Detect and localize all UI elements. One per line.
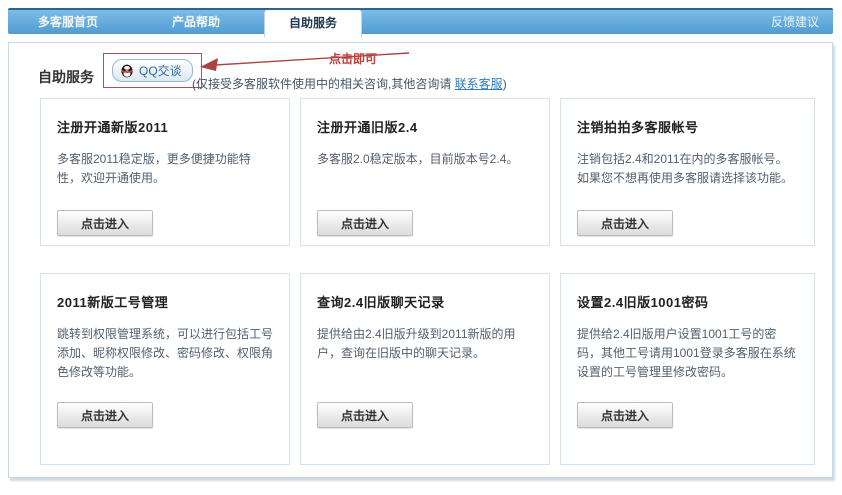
service-cards-grid: 注册开通新版2011 多客服2011稳定版，更多便捷功能特性，欢迎开通使用。 点… [40, 98, 815, 465]
card-register-2011: 注册开通新版2011 多客服2011稳定版，更多便捷功能特性，欢迎开通使用。 点… [40, 98, 290, 246]
qq-penguin-icon [120, 64, 134, 78]
card-title: 2011新版工号管理 [57, 292, 273, 311]
qq-chat-button[interactable]: QQ交谈 [112, 59, 193, 82]
card-title: 注销拍拍多客服帐号 [577, 117, 798, 136]
feedback-link[interactable]: 反馈建议 [771, 10, 819, 34]
tab-product-help[interactable]: 产品帮助 [158, 10, 234, 34]
enter-button[interactable]: 点击进入 [577, 210, 673, 236]
card-staff-id-management: 2011新版工号管理 跳转到权限管理系统，可以进行包括工号添加、昵称权限修改、密… [40, 273, 290, 465]
enter-button[interactable]: 点击进入 [57, 402, 153, 428]
annotation-label: 点击即可 [329, 50, 377, 67]
card-description: 提供给2.4旧版用户设置1001工号的密码，其他工号请用1001登录多客服在系统… [577, 325, 798, 382]
card-description: 多客服2.0稳定版本，目前版本号2.4。 [317, 150, 533, 169]
top-navbar: 多客服首页 产品帮助 自助服务 反馈建议 [8, 8, 833, 34]
tab-home[interactable]: 多客服首页 [24, 10, 112, 34]
card-title: 注册开通新版2011 [57, 117, 273, 136]
page: 多客服首页 产品帮助 自助服务 反馈建议 自助服务 QQ交谈 [0, 0, 842, 495]
card-title: 注册开通旧版2.4 [317, 117, 533, 136]
page-title: 自助服务 [38, 67, 94, 87]
card-title: 查询2.4旧版聊天记录 [317, 292, 533, 311]
qq-highlight-box: QQ交谈 [103, 53, 202, 88]
card-set-1001-password: 设置2.4旧版1001密码 提供给2.4旧版用户设置1001工号的密码，其他工号… [560, 273, 815, 465]
enter-button[interactable]: 点击进入 [317, 402, 413, 428]
card-description: 注销包括2.4和2011在内的多客服帐号。如果您不想再使用多客服请选择该功能。 [577, 150, 798, 188]
enter-button[interactable]: 点击进入 [57, 210, 153, 236]
annotation: 点击即可 [197, 46, 432, 78]
card-description: 提供给由2.4旧版升级到2011新版的用户，查询在旧版中的聊天记录。 [317, 325, 533, 363]
arrow-left-icon [197, 46, 432, 78]
card-description: 多客服2011稳定版，更多便捷功能特性，欢迎开通使用。 [57, 150, 273, 188]
card-query-chat-history: 查询2.4旧版聊天记录 提供给由2.4旧版升级到2011新版的用户，查询在旧版中… [300, 273, 550, 465]
card-title: 设置2.4旧版1001密码 [577, 292, 798, 311]
tab-self-service[interactable]: 自助服务 [264, 10, 362, 37]
enter-button[interactable]: 点击进入 [577, 402, 673, 428]
qq-chat-button-label: QQ交谈 [139, 62, 182, 79]
service-note-text: (仅接受多客服软件使用中的相关咨询,其他咨询请 [192, 77, 455, 91]
service-note: (仅接受多客服软件使用中的相关咨询,其他咨询请 联系客服) [192, 75, 507, 92]
card-cancel-account: 注销拍拍多客服帐号 注销包括2.4和2011在内的多客服帐号。如果您不想再使用多… [560, 98, 815, 246]
enter-button[interactable]: 点击进入 [317, 210, 413, 236]
card-description: 跳转到权限管理系统，可以进行包括工号添加、昵称权限修改、密码修改、权限角色修改等… [57, 325, 273, 382]
service-note-suffix: ) [503, 77, 507, 91]
contact-support-link[interactable]: 联系客服 [455, 77, 503, 91]
card-register-2-4: 注册开通旧版2.4 多客服2.0稳定版本，目前版本号2.4。 点击进入 [300, 98, 550, 246]
main-panel: 自助服务 QQ交谈 点击即可 (仅接受多客 [8, 42, 833, 478]
